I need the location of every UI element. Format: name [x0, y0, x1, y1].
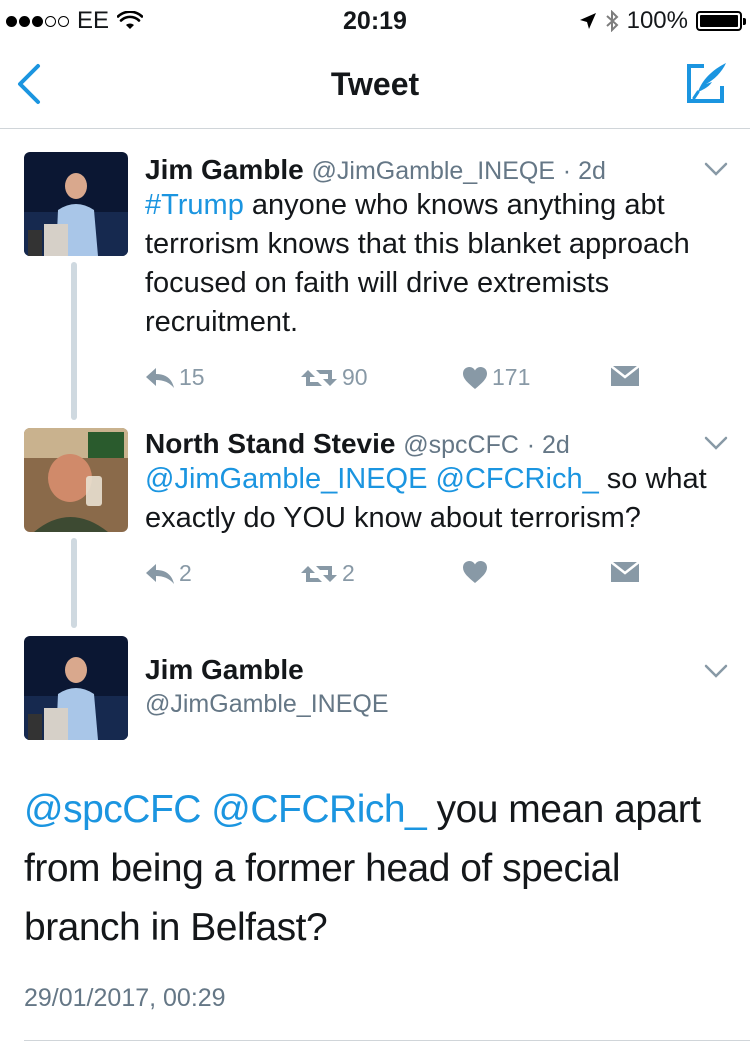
- tweet-item[interactable]: North Stand Stevie @spcCFC · 2d @JimGamb…: [0, 428, 750, 628]
- chevron-down-icon[interactable]: [704, 664, 728, 678]
- reply-icon: [146, 367, 174, 388]
- heart-icon: [463, 561, 487, 583]
- avatar[interactable]: [24, 636, 128, 740]
- nav-bar: Tweet: [0, 42, 750, 129]
- direct-message-button[interactable]: [610, 364, 640, 388]
- battery-percent: 100%: [626, 7, 688, 34]
- status-bar: EE 20:19 100%: [0, 0, 750, 42]
- hashtag-link[interactable]: #Trump: [145, 189, 244, 221]
- reply-button[interactable]: 15: [145, 364, 205, 391]
- mention-link[interactable]: @CFCRich_: [436, 463, 599, 495]
- retweet-button[interactable]: 90: [300, 364, 368, 391]
- page-title: Tweet: [330, 66, 420, 102]
- display-name[interactable]: North Stand Stevie: [145, 428, 395, 459]
- battery-icon: [696, 11, 746, 31]
- thread-line: [71, 262, 77, 420]
- like-count: 171: [492, 364, 531, 390]
- reply-count: 2: [179, 560, 192, 586]
- retweet-icon: [301, 369, 337, 386]
- location-arrow-icon: [579, 13, 596, 29]
- status-right: 100%: [579, 7, 746, 35]
- reply-button[interactable]: 2: [145, 560, 192, 587]
- mention-link[interactable]: @CFCRich_: [211, 788, 426, 831]
- like-button[interactable]: [462, 560, 492, 584]
- retweet-icon: [301, 565, 337, 582]
- compose-icon[interactable]: [684, 60, 730, 106]
- tweet-text: #Trump anyone who knows anything abt ter…: [145, 186, 735, 342]
- reply-icon: [146, 563, 174, 584]
- display-name[interactable]: Jim Gamble: [145, 654, 304, 686]
- avatar[interactable]: [24, 152, 128, 256]
- tweet-actions: 15 90 171: [145, 364, 705, 394]
- heart-icon: [463, 366, 487, 389]
- display-name[interactable]: Jim Gamble: [145, 154, 304, 185]
- like-button[interactable]: 171: [462, 364, 530, 391]
- divider: [24, 1040, 750, 1041]
- username[interactable]: @spcCFC: [403, 431, 519, 459]
- mention-link[interactable]: @JimGamble_INEQE: [145, 463, 427, 495]
- username[interactable]: @JimGamble_INEQE: [145, 690, 389, 719]
- mention-link[interactable]: @spcCFC: [24, 788, 201, 831]
- tweet-text: @spcCFC @CFCRich_ you mean apart from be…: [24, 780, 724, 957]
- tweet-text-space: [201, 788, 211, 831]
- bluetooth-icon: [605, 10, 619, 32]
- tweet-time: · 2d: [526, 431, 570, 459]
- main-tweet: Jim Gamble @JimGamble_INEQE @spcCFC @CFC…: [0, 636, 750, 1036]
- avatar[interactable]: [24, 428, 128, 532]
- tweet-header: North Stand Stevie @spcCFC · 2d: [145, 428, 570, 460]
- envelope-icon: [610, 561, 640, 582]
- tweet-text-space: [427, 463, 435, 495]
- tweet-item[interactable]: Jim Gamble @JimGamble_INEQE · 2d #Trump …: [0, 152, 750, 422]
- tweet-time: · 2d: [562, 157, 606, 185]
- chevron-down-icon[interactable]: [704, 436, 728, 450]
- retweet-count: 2: [342, 560, 355, 586]
- chevron-down-icon[interactable]: [704, 162, 728, 176]
- username[interactable]: @JimGamble_INEQE: [312, 157, 556, 185]
- tweet-actions: 2 2: [145, 560, 705, 590]
- direct-message-button[interactable]: [610, 560, 640, 584]
- retweet-count: 90: [342, 364, 368, 390]
- envelope-icon: [610, 365, 640, 386]
- tweet-header: Jim Gamble @JimGamble_INEQE · 2d: [145, 154, 606, 186]
- tweet-text: @JimGamble_INEQE @CFCRich_ so what exact…: [145, 460, 735, 538]
- retweet-button[interactable]: 2: [300, 560, 355, 587]
- reply-count: 15: [179, 364, 205, 390]
- thread-line: [71, 538, 77, 628]
- tweet-timestamp: 29/01/2017, 00:29: [24, 984, 226, 1012]
